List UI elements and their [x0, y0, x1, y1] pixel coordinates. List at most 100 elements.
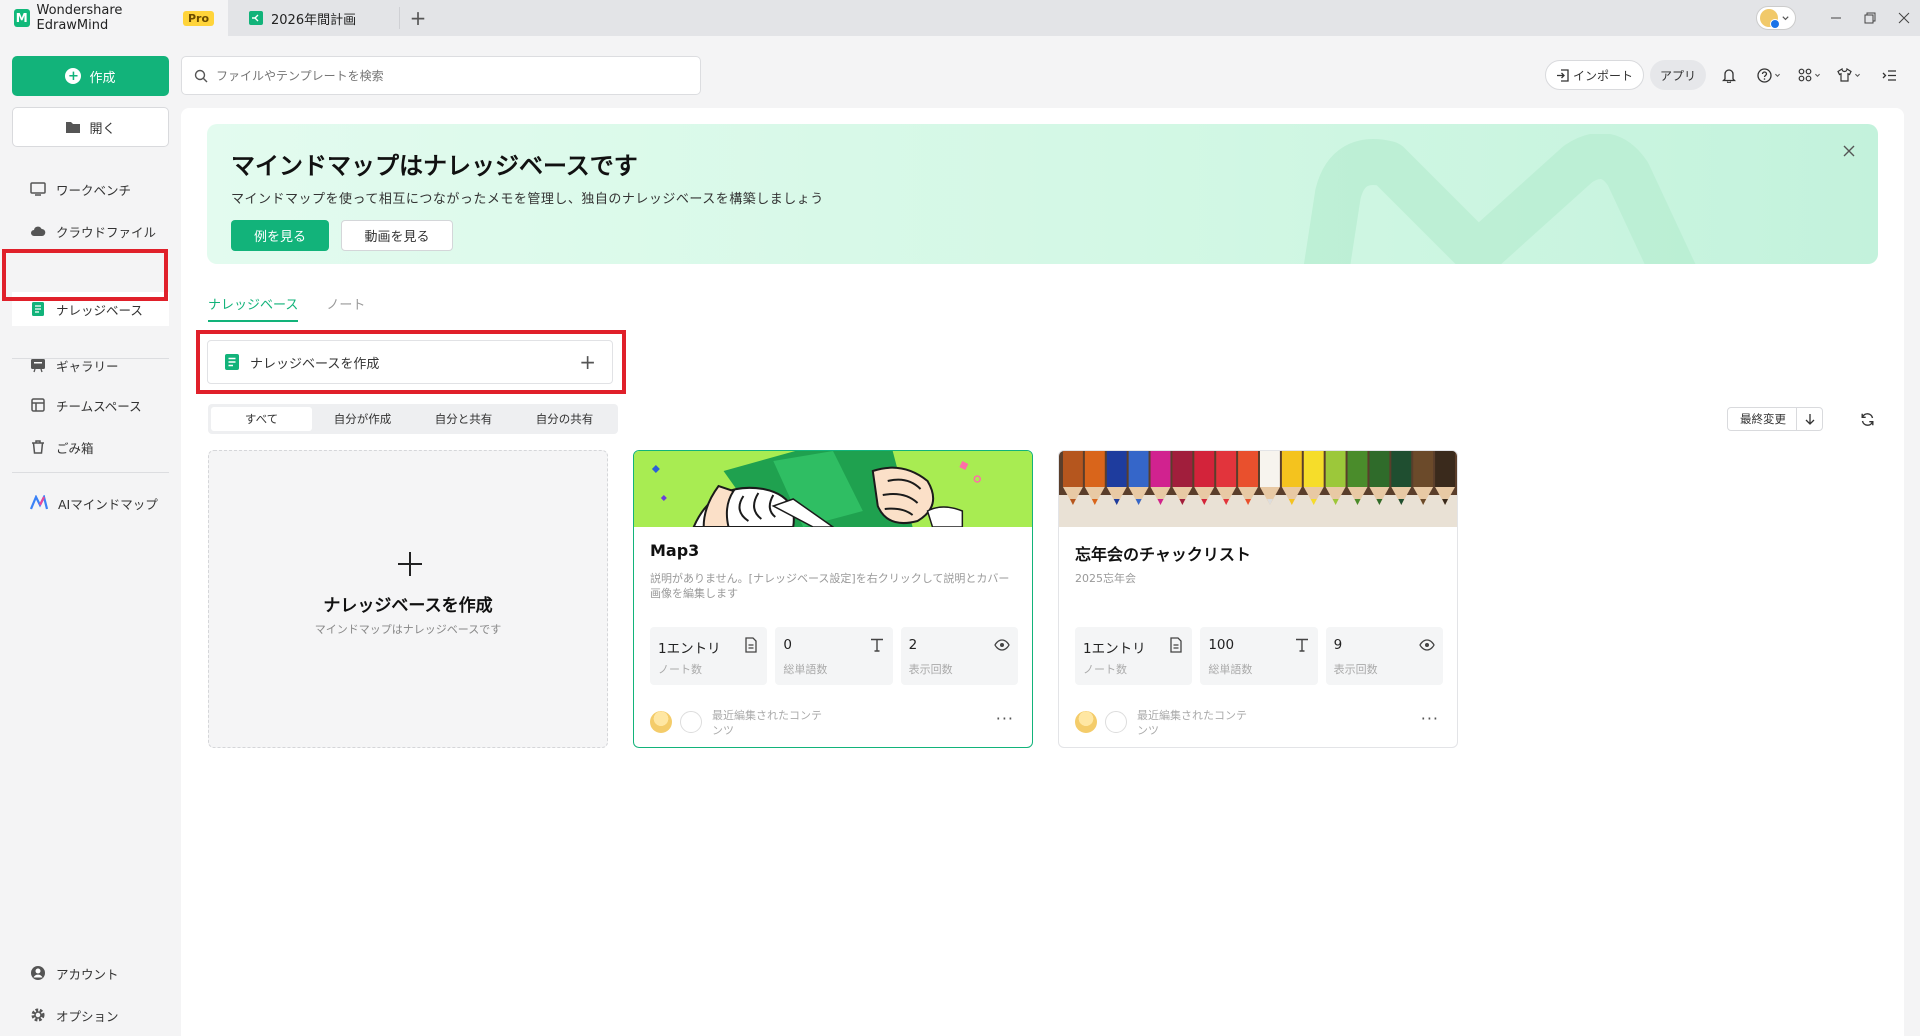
sidebar-item-label: アカウント — [56, 966, 119, 982]
close-window-button[interactable] — [1888, 0, 1920, 36]
team-icon — [31, 398, 45, 412]
knowledge-base-icon — [32, 302, 44, 316]
trash-icon — [32, 440, 44, 454]
document-icon — [1170, 637, 1182, 653]
minimize-button[interactable] — [1820, 0, 1852, 36]
knowledge-base-card[interactable]: 忘年会のチャックリスト 2025忘年会 1エントリ ノート数 100 総単語数 … — [1058, 450, 1458, 748]
stat-value: 9 — [1333, 637, 1343, 653]
sidebar-divider — [12, 358, 169, 359]
sidebar-item-trash[interactable]: ごみ箱 — [12, 430, 169, 464]
cover-image-colored-pencils-icon — [1059, 451, 1457, 527]
sidebar-item-options[interactable]: オプション — [12, 998, 169, 1032]
filter-all[interactable]: すべて — [211, 407, 312, 431]
chevron-down-icon — [1814, 73, 1820, 77]
highlight-box-sidebar — [2, 249, 168, 301]
list-collapse-icon — [1882, 69, 1896, 81]
app-button-label: アプリ — [1659, 68, 1696, 83]
open-button[interactable]: 開く — [12, 107, 169, 147]
new-knowledge-base-card[interactable]: ナレッジベースを作成 マインドマップはナレッジベースです — [208, 450, 608, 748]
card-stats: 1エントリ ノート数 100 総単語数 9 表示回数 — [1075, 627, 1443, 685]
ai-mindmap-icon — [30, 495, 48, 510]
search-input[interactable] — [216, 68, 700, 83]
view-example-button[interactable]: 例を見る — [231, 220, 329, 251]
sidebar-item-account[interactable]: アカウント — [12, 956, 169, 990]
filter-segment: すべて 自分が作成 自分と共有 自分の共有 — [208, 404, 618, 434]
search-bar[interactable] — [181, 56, 701, 95]
user-avatar-menu[interactable] — [1756, 6, 1796, 30]
pro-badge: Pro — [182, 10, 214, 26]
card-title: Map3 — [650, 541, 700, 560]
card-stats: 1エントリ ノート数 0 総単語数 2 表示回数 — [650, 627, 1018, 685]
new-tab-button[interactable]: + — [400, 0, 436, 36]
sort-direction-button[interactable] — [1796, 408, 1822, 430]
avatar — [650, 711, 672, 733]
sort-label: 最終変更 — [1740, 412, 1786, 426]
stat-label: ノート数 — [658, 663, 702, 676]
folder-icon — [66, 122, 81, 133]
doc-tab[interactable]: 2026年間計画 — [228, 7, 400, 29]
create-button[interactable]: + 作成 — [12, 56, 169, 96]
app-tab-label: Wondershare EdrawMind — [36, 3, 123, 33]
recent-edited-label: 最近編集されたコンテンツ — [1137, 709, 1247, 737]
notification-button[interactable] — [1712, 60, 1746, 90]
help-button[interactable] — [1752, 60, 1786, 90]
content-tabs: ナレッジベース ノート — [208, 292, 365, 322]
stat-label: 表示回数 — [1333, 663, 1378, 676]
chevron-down-icon — [1782, 15, 1789, 20]
sidebar-item-label: ナレッジベース — [56, 302, 143, 318]
card-footer: 最近編集されたコンテンツ ··· — [650, 705, 1018, 739]
refresh-button[interactable] — [1856, 408, 1878, 430]
restore-button[interactable] — [1854, 0, 1886, 36]
banner-decoration-icon — [1303, 134, 1696, 264]
stat-label: ノート数 — [1083, 663, 1127, 676]
stat-label: 総単語数 — [783, 663, 828, 676]
bell-icon — [1722, 68, 1736, 83]
sidebar-item-team-space[interactable]: チームスペース — [12, 388, 169, 422]
card-footer: 最近編集されたコンテンツ ··· — [1075, 705, 1443, 739]
refresh-icon — [1861, 412, 1873, 426]
plus-icon: + — [65, 68, 82, 84]
menu-collapse-button[interactable] — [1872, 60, 1906, 90]
plus-icon — [398, 552, 422, 576]
banner-title: マインドマップはナレッジベースです — [231, 152, 638, 180]
app-tab[interactable]: M Wondershare EdrawMind Pro — [0, 0, 228, 36]
banner-close-button[interactable] — [1840, 142, 1858, 160]
sidebar-item-gallery[interactable]: ギャラリー — [12, 348, 169, 382]
gallery-icon — [31, 359, 45, 373]
recent-file-icon — [1105, 711, 1127, 733]
sidebar-item-label: ごみ箱 — [56, 440, 94, 456]
stat-words: 100 総単語数 — [1200, 627, 1318, 685]
arrow-down-icon — [1805, 414, 1814, 425]
theme-button[interactable] — [1832, 60, 1866, 90]
more-options-button[interactable]: ··· — [996, 709, 1014, 728]
card-title: 忘年会のチャックリスト — [1075, 545, 1251, 564]
sidebar-item-cloud-files[interactable]: クラウドファイル — [12, 214, 169, 248]
tab-knowledge-base[interactable]: ナレッジベース — [208, 292, 299, 322]
more-options-button[interactable]: ··· — [1421, 709, 1439, 728]
tab-notes[interactable]: ノート — [326, 292, 365, 322]
apps-grid-button[interactable] — [1792, 60, 1826, 90]
stat-views: 9 表示回数 — [1325, 627, 1443, 685]
import-button[interactable]: インポート — [1544, 60, 1644, 90]
sort-dropdown[interactable]: 最終変更 — [1727, 407, 1823, 431]
avatar — [1760, 9, 1780, 29]
filter-created-by-me[interactable]: 自分が作成 — [312, 407, 413, 431]
stat-value: 2 — [908, 637, 918, 653]
sidebar-item-workbench[interactable]: ワークベンチ — [12, 172, 169, 206]
stat-views: 2 表示回数 — [900, 627, 1018, 685]
cloud-icon — [31, 226, 46, 236]
text-icon — [870, 638, 883, 652]
main-panel: マインドマップはナレッジベースです マインドマップを使って相互につながったメモを… — [181, 108, 1904, 1036]
filter-shared-with-me[interactable]: 自分と共有 — [413, 407, 514, 431]
banner-subtitle: マインドマップを使って相互につながったメモを管理し、独自のナレッジベースを構築し… — [231, 192, 824, 207]
close-icon — [1843, 145, 1855, 157]
watch-video-button[interactable]: 動画を見る — [341, 220, 453, 251]
filter-my-shares[interactable]: 自分の共有 — [514, 407, 615, 431]
sidebar-item-ai-mindmap[interactable]: AIマインドマップ — [12, 486, 169, 520]
sidebar-item-label: クラウドファイル — [56, 224, 157, 240]
eye-icon — [1419, 639, 1435, 651]
stat-notes: 1エントリ ノート数 — [650, 627, 768, 685]
knowledge-base-card[interactable]: Map3 説明がありません。[ナレッジベース設定]を右クリックして説明とカバー画… — [633, 450, 1033, 748]
stat-label: 表示回数 — [908, 663, 953, 676]
app-button[interactable]: アプリ — [1649, 60, 1706, 90]
